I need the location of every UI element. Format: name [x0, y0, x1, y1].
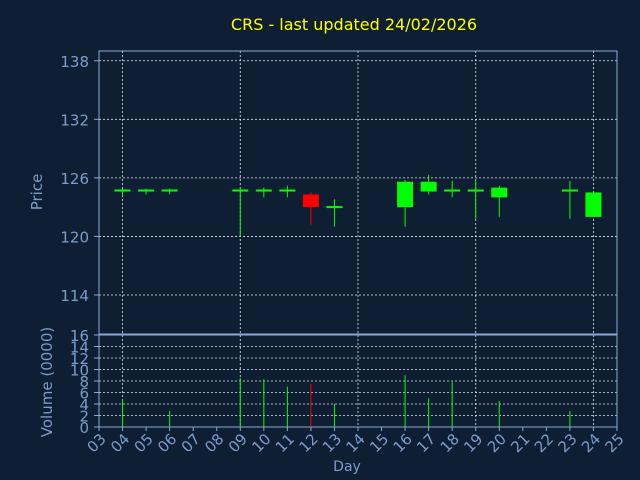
- x-tick-label: 24: [578, 430, 604, 456]
- candle-body: [232, 189, 249, 192]
- x-tick-label: 04: [107, 430, 133, 456]
- candle-body: [255, 189, 272, 192]
- x-tick-label: 11: [272, 430, 298, 456]
- candle-body: [491, 187, 508, 198]
- candle-body: [585, 192, 602, 217]
- price-y-tick-label: 114: [60, 287, 89, 305]
- x-tick-label: 17: [413, 430, 439, 456]
- candle: [138, 188, 155, 195]
- price-y-tick-label: 138: [60, 53, 89, 71]
- x-tick-label: 25: [602, 430, 628, 456]
- chart-title: CRS - last updated 24/02/2026: [231, 15, 477, 34]
- volume-bars: [122, 375, 571, 427]
- volume-grid: [99, 335, 617, 428]
- x-tick-label: 07: [178, 430, 204, 456]
- candle: [326, 199, 343, 227]
- x-tick-label: 15: [366, 430, 392, 456]
- x-ticks: 0304050607080910111213141516171819202122…: [84, 427, 628, 456]
- x-tick-label: 21: [507, 430, 533, 456]
- x-tick-label: 14: [343, 430, 369, 456]
- x-tick-label: 08: [201, 430, 227, 456]
- price-axis-label: Price: [28, 174, 46, 211]
- stock-chart: CRS - last updated 24/02/2026 1141201261…: [28, 15, 628, 475]
- candle: [467, 180, 484, 219]
- candle: [444, 180, 461, 198]
- price-y-ticks: 114 120 126 132 138: [60, 53, 99, 305]
- candle-body: [114, 189, 131, 192]
- candle: [232, 187, 249, 237]
- candle-body: [561, 189, 578, 192]
- x-tick-label: 19: [460, 430, 486, 456]
- candle: [561, 180, 578, 219]
- x-tick-label: 16: [390, 430, 416, 456]
- x-tick-label: 20: [484, 430, 510, 456]
- x-tick-label: 10: [248, 430, 274, 456]
- candle-body: [420, 181, 437, 192]
- candle-body: [397, 181, 414, 208]
- volume-y-ticks: 0246810121416: [70, 327, 99, 437]
- candle: [397, 179, 414, 227]
- candle-body: [444, 189, 461, 192]
- x-tick-label: 12: [295, 430, 321, 456]
- candle-body: [467, 189, 484, 192]
- x-tick-label: 05: [131, 430, 157, 456]
- x-tick-label: 09: [225, 430, 251, 456]
- candle-body: [138, 189, 155, 192]
- x-tick-label: 13: [319, 430, 345, 456]
- candle: [255, 187, 272, 198]
- volume-axis-label: Volume (0000): [38, 327, 56, 437]
- volume-y-tick-label: 16: [70, 327, 89, 345]
- price-grid: [99, 51, 617, 334]
- candle: [302, 192, 319, 225]
- candle: [585, 192, 602, 217]
- price-y-tick-label: 120: [60, 228, 89, 246]
- candle: [491, 185, 508, 217]
- price-y-tick-label: 132: [60, 111, 89, 129]
- price-y-tick-label: 126: [60, 170, 89, 188]
- candle-body: [161, 189, 178, 192]
- candle-body: [302, 194, 319, 208]
- candle: [114, 188, 131, 196]
- candle: [279, 185, 296, 198]
- candle: [161, 188, 178, 195]
- x-axis-label: Day: [333, 459, 361, 475]
- x-tick-label: 22: [531, 430, 557, 456]
- x-tick-label: 23: [554, 430, 580, 456]
- candle-body: [279, 189, 296, 192]
- x-tick-label: 18: [437, 430, 463, 456]
- x-tick-label: 06: [154, 430, 180, 456]
- candle-body: [326, 206, 343, 209]
